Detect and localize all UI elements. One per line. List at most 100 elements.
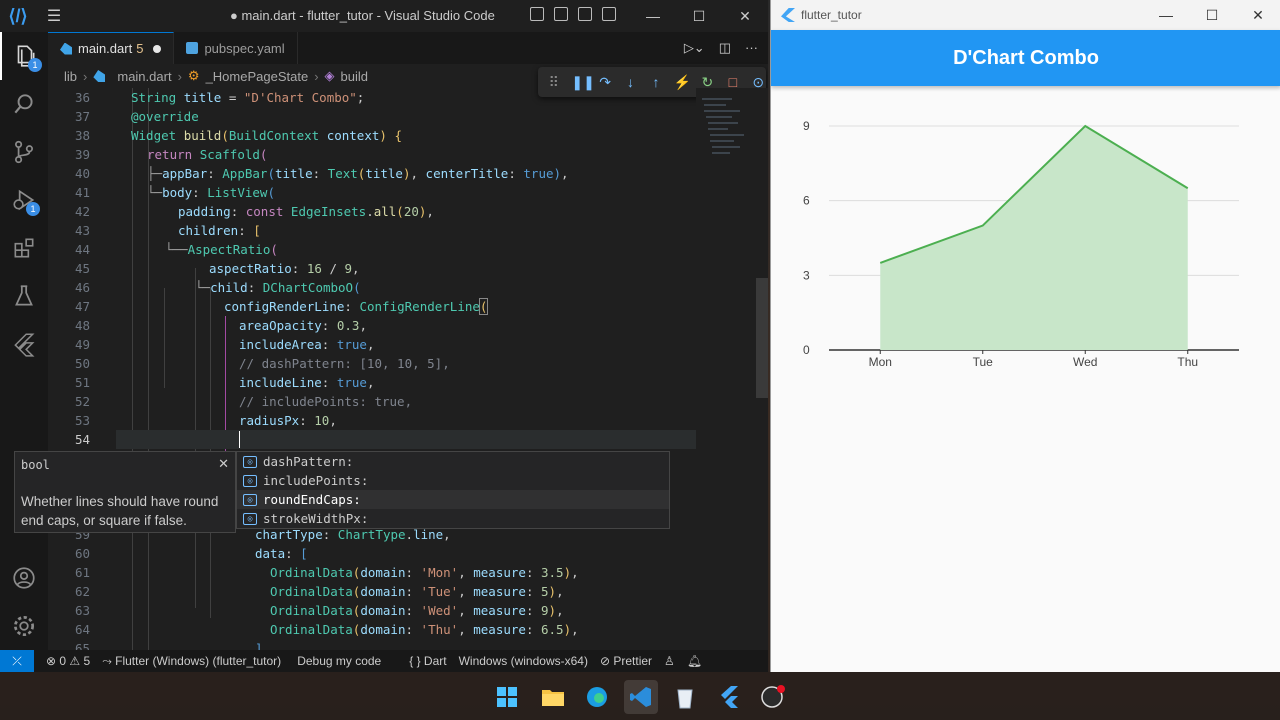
customize-layout-icon[interactable] xyxy=(602,7,616,21)
code-line: 41 └─body: ListView( xyxy=(74,185,275,200)
close-icon[interactable]: ✕ xyxy=(722,0,768,32)
file-explorer-icon[interactable] xyxy=(536,680,570,714)
remote-indicator-icon[interactable]: ⤫ xyxy=(0,650,34,672)
toggle-secondary-sidebar-icon[interactable] xyxy=(578,7,592,21)
step-into-icon[interactable]: ↓ xyxy=(623,74,638,90)
flutter-app-taskbar-icon[interactable] xyxy=(712,680,746,714)
tab-pubspec-yaml[interactable]: pubspec.yaml xyxy=(174,32,298,64)
minimap-line xyxy=(712,152,730,154)
more-actions-icon[interactable]: ··· xyxy=(745,40,758,56)
code-editor[interactable]: 36 String title = "D'Chart Combo"; 37 @ove… xyxy=(48,88,696,650)
code-line: 62 OrdinalData(domain: 'Tue', measure: 5)… xyxy=(74,584,564,599)
editor-scrollbar[interactable] xyxy=(756,88,768,650)
layout-controls xyxy=(530,7,616,21)
code-line: 64 OrdinalData(domain: 'Thu', measure: 6.… xyxy=(74,622,579,637)
minimap-line xyxy=(704,110,740,112)
windows-start-icon[interactable] xyxy=(490,680,524,714)
dart-file-icon xyxy=(93,70,106,82)
suggestion-item[interactable]: ◎ dashPattern: xyxy=(237,452,669,471)
field-icon: ◎ xyxy=(243,493,257,506)
extensions-icon[interactable] xyxy=(0,224,48,272)
minimize-icon[interactable]: — xyxy=(1143,0,1189,30)
settings-gear-icon[interactable] xyxy=(0,602,48,650)
code-line: 37 @override xyxy=(74,109,199,124)
minimap-line xyxy=(708,128,728,130)
explorer-icon[interactable]: 1 xyxy=(0,32,48,80)
minimize-icon[interactable]: — xyxy=(630,0,676,32)
editor-tabs: main.dart 5 pubspec.yaml ▷⌄ ◫ ··· xyxy=(48,32,768,64)
status-bar: ⤫ ⊗ 0 ⚠ 5 ⤳ Flutter (Windows) (flutter_t… xyxy=(0,650,768,672)
drag-handle-icon[interactable]: ⠿ xyxy=(546,74,561,91)
split-editor-icon[interactable]: ◫ xyxy=(719,40,731,56)
minimap[interactable] xyxy=(696,88,756,650)
edge-browser-icon[interactable] xyxy=(580,680,614,714)
code-line: 53 radiusPx: 10, xyxy=(74,413,337,428)
close-icon[interactable]: ✕ xyxy=(218,456,229,472)
window-controls: — ☐ ✕ xyxy=(630,0,768,32)
debug-mode-status[interactable]: Debug my code xyxy=(297,654,381,668)
chart-svg: 0 3 6 9 Mon Tue Wed Thu xyxy=(803,119,1239,369)
obs-recording-icon[interactable] xyxy=(756,680,790,714)
toggle-panel-icon[interactable] xyxy=(554,7,568,21)
suggestion-widget: ◎ dashPattern: ◎ includePoints: ◎ roundEndC… xyxy=(236,451,670,529)
method-symbol-icon: ◈ xyxy=(324,68,335,83)
suggestion-item-selected[interactable]: ◎ roundEndCaps: xyxy=(237,490,669,509)
pause-icon[interactable]: ❚❚ xyxy=(571,74,594,91)
step-out-icon[interactable]: ↑ xyxy=(648,74,663,90)
search-icon[interactable] xyxy=(0,80,48,128)
code-line: 48 areaOpacity: 0.3, xyxy=(74,318,367,333)
vscode-logo-icon: ⟨/⟩ xyxy=(8,5,28,26)
warning-count: 5 xyxy=(83,654,91,668)
flutter-app-window: flutter_tutor — ☐ ✕ D'Chart Combo 0 3 6 9 Mo… xyxy=(770,0,1280,672)
flutter-icon[interactable] xyxy=(0,320,48,368)
explorer-badge: 1 xyxy=(28,58,42,72)
yaml-file-icon xyxy=(186,42,199,54)
minimap-line xyxy=(712,146,740,148)
editor-actions: ▷⌄ ◫ ··· xyxy=(684,40,758,56)
app-bar-title: D'Chart Combo xyxy=(953,46,1099,69)
notifications-bell-icon[interactable]: 🔔︎ xyxy=(687,654,702,668)
toggle-primary-sidebar-icon[interactable] xyxy=(530,7,544,21)
doc-signature: bool xyxy=(21,458,50,472)
app-titlebar: flutter_tutor — ☐ ✕ xyxy=(771,0,1280,30)
recycle-bin-icon[interactable] xyxy=(668,680,702,714)
maximize-icon[interactable]: ☐ xyxy=(676,0,722,32)
language-label: Dart xyxy=(423,654,447,668)
class-symbol-icon: ⚙ xyxy=(187,68,200,83)
code-line: 49 includeArea: true, xyxy=(74,337,375,352)
source-control-icon[interactable] xyxy=(0,128,48,176)
suggestion-item[interactable]: ◎ strokeWidthPx: xyxy=(237,509,669,528)
code-line: 54 xyxy=(48,430,696,449)
unsaved-dot-icon[interactable] xyxy=(153,44,162,53)
maximize-icon[interactable]: ☐ xyxy=(1189,0,1235,30)
prettier-status[interactable]: ⊘ Prettier xyxy=(600,654,652,668)
problems-status[interactable]: ⊗ 0 ⚠ 5 xyxy=(46,654,90,668)
field-icon: ◎ xyxy=(243,474,257,487)
run-debug-dropdown-icon[interactable]: ▷⌄ xyxy=(684,40,705,56)
suggestion-label: strokeWidthPx: xyxy=(263,511,369,526)
close-icon[interactable]: ✕ xyxy=(1235,0,1280,30)
code-line: 51 includeLine: true, xyxy=(74,375,375,390)
step-over-icon[interactable]: ↷ xyxy=(597,74,612,91)
vscode-taskbar-icon[interactable] xyxy=(624,680,658,714)
hamburger-menu-icon[interactable]: ☰ xyxy=(36,6,72,26)
breadcrumb-main-dart[interactable]: main.dart xyxy=(117,69,171,84)
platform-status[interactable]: Windows (windows-x64) xyxy=(459,654,588,668)
suggestion-item[interactable]: ◎ includePoints: xyxy=(237,471,669,490)
run-debug-icon[interactable]: 1 xyxy=(0,176,48,224)
tab-main-dart[interactable]: main.dart 5 xyxy=(48,32,175,64)
language-status[interactable]: { } Dart xyxy=(409,654,446,668)
hot-reload-icon[interactable]: ⚡ xyxy=(674,74,691,91)
testing-icon[interactable] xyxy=(0,272,48,320)
breadcrumb-homepagestate[interactable]: _HomePageState xyxy=(206,69,309,84)
accounts-icon[interactable] xyxy=(0,554,48,602)
breadcrumb-build[interactable]: build xyxy=(341,69,368,84)
minimap-line xyxy=(706,116,732,118)
flutter-device-status[interactable]: ⤳ Flutter (Windows) (flutter_tutor) xyxy=(102,654,281,669)
breadcrumb-lib[interactable]: lib xyxy=(64,69,77,84)
code-line: 40 ├─appBar: AppBar(title: Text(title), c… xyxy=(74,166,569,181)
scrollbar-thumb[interactable] xyxy=(756,278,768,398)
chevron-right-icon: › xyxy=(314,68,319,84)
chevron-right-icon: › xyxy=(177,68,182,84)
feedback-icon[interactable]: ♙ xyxy=(664,654,675,668)
